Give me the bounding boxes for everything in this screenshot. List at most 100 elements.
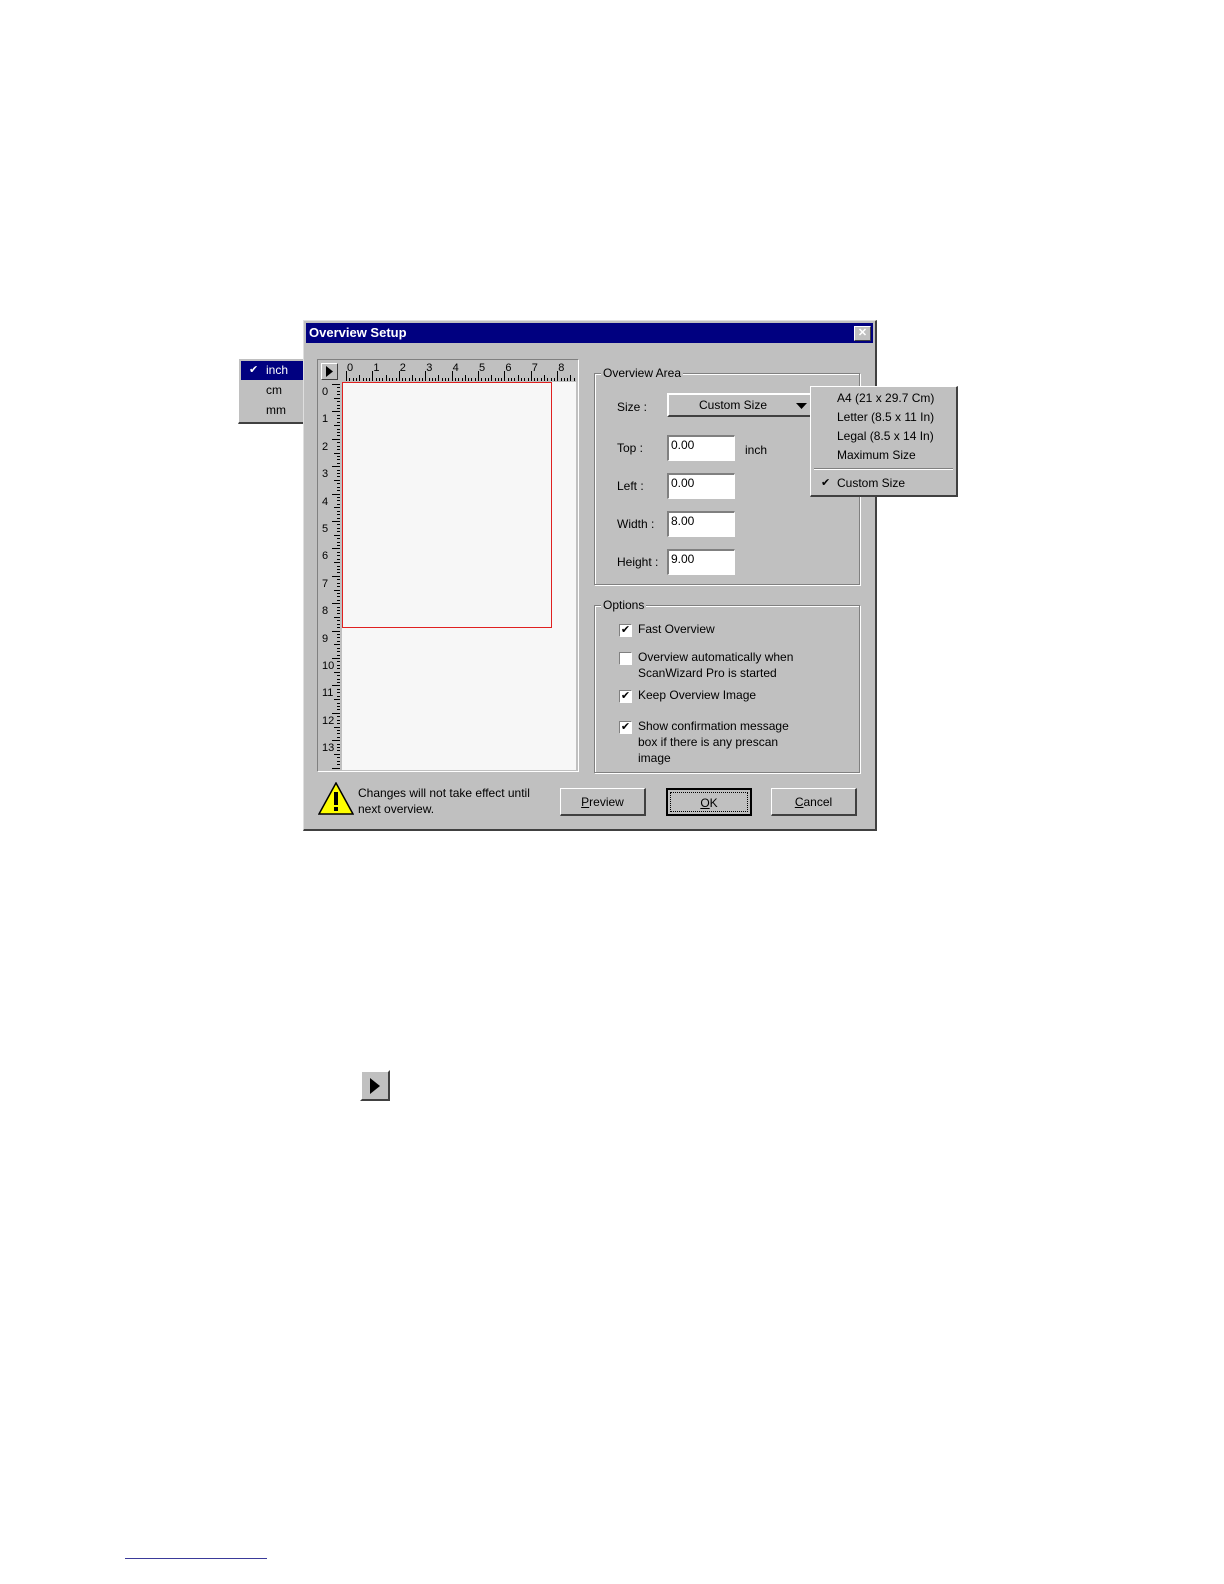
ruler-tick	[337, 733, 340, 735]
ruler-tick	[337, 486, 340, 488]
horizontal-ruler: 0 1 2 3 4 5 6 7 8	[342, 362, 576, 381]
dialog-title: Overview Setup	[309, 325, 407, 340]
preview-button-label: review	[589, 795, 624, 809]
focus-ring	[670, 792, 748, 812]
ruler-tick	[337, 664, 340, 666]
preview-canvas[interactable]	[342, 382, 576, 770]
left-field[interactable]: 0.00	[667, 473, 735, 499]
ruler-tick	[445, 378, 446, 381]
ok-button[interactable]: OK	[666, 788, 752, 816]
close-button[interactable]: ✕	[854, 326, 871, 341]
ruler-label: 1	[322, 413, 329, 426]
ruler-tick	[332, 603, 340, 605]
ruler-tick	[337, 592, 340, 594]
ruler-tick	[337, 620, 340, 622]
ruler-tick	[332, 630, 340, 632]
ruler-tick	[458, 378, 460, 381]
confirm-message-label-line2: box if there is any prescan	[638, 735, 779, 749]
options-label: Options	[601, 598, 647, 612]
auto-overview-checkbox[interactable]	[619, 652, 632, 665]
ruler-tick	[337, 661, 340, 663]
ruler-tick	[337, 407, 340, 409]
size-menu-item-maximum[interactable]: Maximum Size	[813, 446, 954, 465]
size-menu-item-custom[interactable]: ✔ Custom Size	[813, 474, 954, 493]
cancel-button[interactable]: Cancel	[771, 788, 857, 816]
close-icon: ✕	[857, 327, 868, 339]
preview-button[interactable]: Preview	[560, 788, 646, 816]
confirm-message-label-line3: image	[638, 751, 671, 765]
ruler-tick	[337, 599, 340, 601]
ruler-tick	[337, 555, 340, 557]
ruler-tick	[337, 517, 340, 519]
scan-region-frame[interactable]	[342, 382, 552, 628]
size-menu-item-letter[interactable]: Letter (8.5 x 11 In)	[813, 408, 954, 427]
ruler-tick	[337, 610, 340, 612]
size-menu-item-label: Legal (8.5 x 14 In)	[837, 429, 934, 443]
ruler-tick	[421, 378, 423, 381]
ruler-label: 1	[373, 362, 380, 374]
ruler-tick	[349, 378, 351, 381]
size-menu-item-a4[interactable]: A4 (21 x 29.7 Cm)	[813, 389, 954, 408]
ruler-tick	[334, 616, 340, 618]
ruler-tick	[332, 685, 340, 687]
size-dropdown[interactable]: Custom Size	[667, 393, 813, 417]
ruler-tick	[375, 378, 377, 381]
auto-overview-label-line2: ScanWizard Pro is started	[638, 666, 777, 680]
warning-text-line2: next overview.	[358, 802, 435, 816]
ruler-tick	[395, 378, 397, 381]
ruler-tick	[337, 390, 340, 392]
units-menu-item-label: mm	[266, 403, 286, 417]
ruler-tick	[337, 490, 340, 492]
ruler-tick	[563, 378, 565, 381]
ruler-tick	[527, 378, 529, 381]
menu-separator	[814, 468, 953, 470]
ruler-tick	[484, 378, 486, 381]
ruler-tick	[337, 524, 340, 526]
left-label: Left :	[617, 479, 644, 493]
ruler-tick	[337, 428, 340, 430]
ruler-tick	[332, 658, 340, 659]
ruler-tick	[334, 534, 340, 536]
size-menu-item-legal[interactable]: Legal (8.5 x 14 In)	[813, 427, 954, 446]
ruler-tick	[337, 579, 340, 581]
ruler-label: 7	[531, 362, 538, 374]
ruler-tick	[337, 640, 340, 642]
ruler-tick	[337, 572, 340, 574]
ruler-tick	[337, 476, 340, 478]
ruler-tick	[337, 527, 340, 529]
ruler-tick	[405, 378, 407, 381]
confirm-message-checkbox[interactable]: ✔	[619, 721, 632, 734]
height-field[interactable]: 9.00	[667, 549, 735, 575]
ruler-label: 8	[322, 605, 329, 618]
units-menu-item-label: cm	[266, 383, 282, 397]
ruler-label: 6	[505, 362, 512, 374]
ruler-tick	[337, 651, 340, 653]
ruler-tick	[454, 378, 456, 381]
ruler-tick	[337, 637, 340, 639]
ruler-tick	[547, 378, 549, 381]
width-label: Width :	[617, 517, 655, 531]
width-field[interactable]: 8.00	[667, 511, 735, 537]
ruler-tick	[337, 394, 340, 396]
fast-overview-checkbox[interactable]: ✔	[619, 624, 632, 637]
ruler-label: 11	[322, 687, 334, 700]
ruler-tick	[337, 654, 340, 656]
check-icon: ✔	[249, 364, 259, 376]
ruler-tick	[573, 378, 575, 381]
keep-image-checkbox[interactable]: ✔	[619, 690, 632, 703]
ruler-tick	[337, 455, 340, 457]
ruler-tick	[337, 716, 340, 718]
ruler-tick	[337, 531, 340, 533]
ruler-tick	[337, 544, 340, 546]
units-button[interactable]	[321, 363, 338, 380]
ruler-tick	[337, 764, 340, 766]
ruler-tick	[334, 753, 340, 755]
top-field[interactable]: 0.00	[667, 435, 735, 461]
play-arrow-icon	[326, 366, 333, 377]
ruler-tick	[491, 375, 493, 381]
ruler-tick	[337, 723, 340, 725]
ruler-label: 2	[322, 440, 329, 453]
preview-panel: 012345678 0 1 2 3 4 5 6 7 8 9 10 11 12 13	[317, 359, 579, 772]
title-bar[interactable]: Overview Setup ✕	[306, 323, 873, 343]
ruler-tick	[392, 378, 394, 381]
